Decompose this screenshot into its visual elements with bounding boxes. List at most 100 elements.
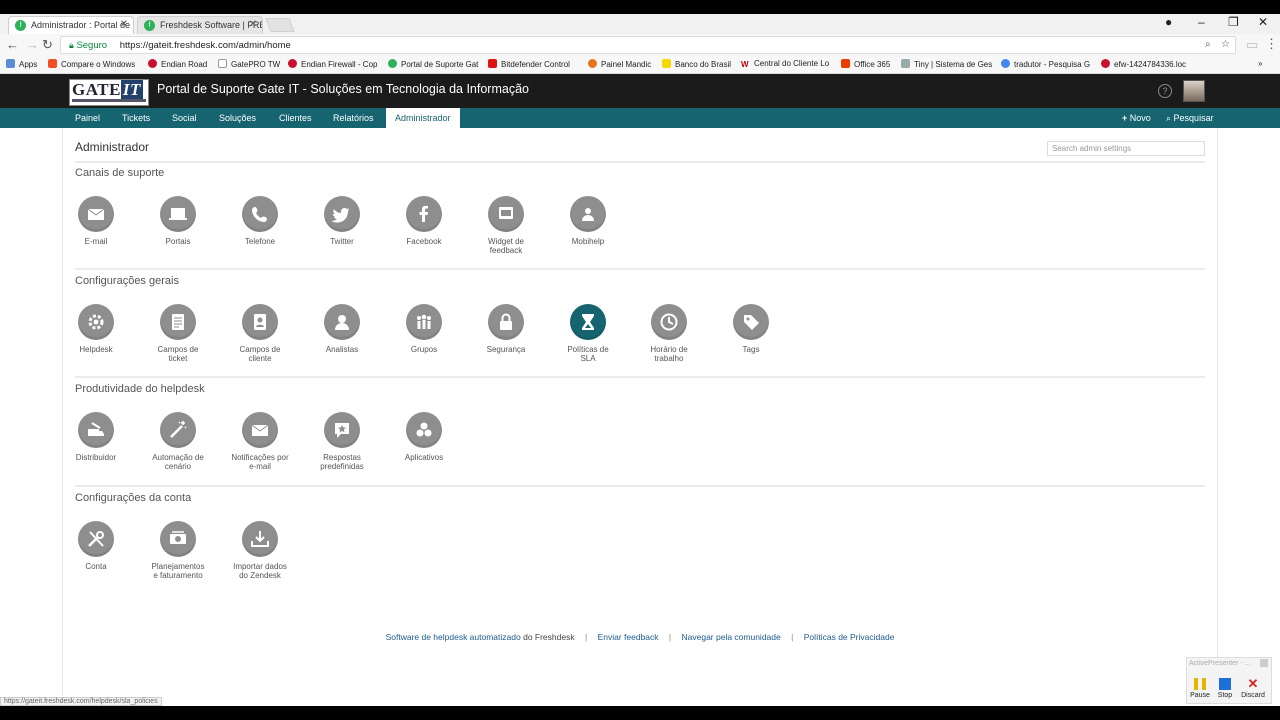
tab-close-icon[interactable]: ✕ [249, 19, 257, 30]
bookmark[interactable]: Office 365 [841, 59, 890, 69]
reload-icon[interactable]: ↻ [42, 37, 53, 53]
admin-tile-ticket-fields[interactable]: Campos de ticket [143, 304, 213, 363]
bookmark[interactable]: W Central do Cliente Lo [741, 59, 829, 69]
search-button[interactable]: ⌕ Pesquisar [1166, 108, 1214, 128]
admin-tile-magic-wand[interactable]: Automação de cenário [143, 412, 213, 471]
avatar[interactable] [1183, 80, 1205, 102]
admin-tile-tag[interactable]: Tags [716, 304, 786, 354]
bookmark[interactable]: Tiny | Sistema de Ges [901, 59, 992, 69]
tile-label: Analistas [325, 345, 359, 354]
tile-label: Telefone [244, 237, 276, 246]
zoom-icon[interactable]: ⌕ [1205, 37, 1211, 53]
admin-tile-email[interactable]: E-mail [61, 196, 131, 246]
bookmark[interactable]: Endian Road [148, 59, 207, 69]
nav-social[interactable]: Social [163, 108, 206, 128]
discard-button[interactable]: ✕ Discard [1241, 677, 1265, 699]
menu-icon[interactable]: ⋮ [1265, 36, 1278, 52]
star-icon[interactable]: ☆ [1221, 37, 1230, 53]
freshdesk-favicon-icon: f [144, 20, 155, 31]
minimize-icon[interactable]: – [1198, 15, 1205, 29]
admin-tile-phone[interactable]: Telefone [225, 196, 295, 246]
lock-icon [488, 304, 524, 340]
url-field[interactable]: 🔒︎ Seguro https://gateit.freshdesk.com/a… [60, 36, 1236, 54]
extension-icon[interactable]: ▭ [1246, 37, 1258, 53]
footer-link-privacy[interactable]: Políticas de Privacidade [804, 632, 895, 642]
browser-tab-admin[interactable]: f Administrador : Portal de ✕ [8, 16, 134, 34]
tile-label: Widget de feedback [487, 237, 525, 255]
lock-icon: 🔒︎ [69, 40, 74, 50]
bookmark[interactable]: efw-1424784336.loc [1101, 59, 1186, 69]
tile-label: Mobihelp [571, 237, 605, 246]
admin-tile-canned-response[interactable]: Respostas predefinidas [307, 412, 377, 471]
window-close-icon[interactable]: ✕ [1258, 15, 1268, 29]
nav-painel[interactable]: Painel [66, 108, 109, 128]
tab-close-icon[interactable]: ✕ [120, 19, 128, 30]
footer-link-feedback[interactable]: Enviar feedback [598, 632, 659, 642]
nav-administrador[interactable]: Administrador [386, 108, 460, 128]
bookmark[interactable]: tradutor - Pesquisa G [1001, 59, 1090, 69]
bookmark-apps[interactable]: Apps [6, 59, 37, 69]
ticket-fields-icon [160, 304, 196, 340]
footer-link-software[interactable]: Software de helpdesk automatizado [386, 632, 521, 642]
footer-link-community[interactable]: Navegar pela comunidade [682, 632, 781, 642]
admin-tile-widget[interactable]: Widget de feedback [471, 196, 541, 255]
bookmark[interactable]: Endian Firewall - Cop [288, 59, 377, 69]
new-button[interactable]: + Novo [1122, 108, 1151, 128]
restore-icon[interactable]: ❐ [1228, 15, 1239, 29]
facebook-icon [406, 196, 442, 232]
admin-tile-apps[interactable]: Aplicativos [389, 412, 459, 462]
new-tab-button[interactable] [265, 18, 295, 32]
admin-tile-customer-fields[interactable]: Campos de cliente [225, 304, 295, 363]
nav-solucoes[interactable]: Soluções [210, 108, 265, 128]
activepresenter-title: ActivePresenter - ... [1189, 660, 1251, 667]
section-title: Produtividade do helpdesk [75, 383, 205, 395]
admin-tile-mobihelp[interactable]: Mobihelp [553, 196, 623, 246]
admin-tile-facebook[interactable]: Facebook [389, 196, 459, 246]
admin-tile-import[interactable]: Importar dados do Zendesk [225, 521, 295, 580]
admin-tile-billing[interactable]: Planejamentos e faturamento [143, 521, 213, 580]
help-icon[interactable]: ? [1158, 84, 1172, 98]
admin-tile-hourglass[interactable]: Políticas de SLA [553, 304, 623, 363]
browser-tab-freshdesk[interactable]: f Freshdesk Software | FRE ✕ [137, 16, 263, 34]
bookmark[interactable]: Compare o Windows [48, 59, 135, 69]
tile-label: Horário de trabalho [650, 345, 688, 363]
admin-tile-lock[interactable]: Segurança [471, 304, 541, 354]
admin-search-input[interactable] [1047, 141, 1205, 156]
secure-label: Seguro [76, 40, 108, 51]
nav-relatorios[interactable]: Relatórios [324, 108, 383, 128]
back-icon[interactable]: ← [6, 37, 19, 52]
bookmarks-overflow-icon[interactable]: » [1258, 59, 1262, 68]
admin-tile-tools[interactable]: Conta [61, 521, 131, 571]
admin-tile-groups[interactable]: Grupos [389, 304, 459, 354]
stop-button[interactable]: Stop [1213, 678, 1237, 699]
admin-tile-gear[interactable]: Helpdesk [61, 304, 131, 354]
pause-button[interactable]: Pause [1188, 678, 1212, 699]
admin-tile-dispatcher[interactable]: Distribuidor [61, 412, 131, 462]
admin-tile-portal[interactable]: Portais [143, 196, 213, 246]
forward-icon[interactable]: → [26, 37, 39, 52]
admin-tile-agent[interactable]: Analistas [307, 304, 377, 354]
gate-it-logo[interactable]: GATE IT [69, 79, 149, 106]
bookmark[interactable]: Portal de Suporte Gat [388, 59, 478, 69]
section-title: Configurações gerais [75, 275, 179, 287]
bookmark[interactable]: Banco do Brasil [662, 59, 731, 69]
nav-tickets[interactable]: Tickets [113, 108, 159, 128]
tile-label: Segurança [486, 345, 526, 354]
apps-icon [406, 412, 442, 448]
portal-icon [160, 196, 196, 232]
tile-label: Distribuidor [75, 453, 117, 462]
tile-label: Aplicativos [404, 453, 444, 462]
nav-clientes[interactable]: Clientes [270, 108, 321, 128]
tile-label: Twitter [330, 237, 354, 246]
admin-tile-envelope[interactable]: Notificações por e-mail [225, 412, 295, 471]
profile-icon[interactable]: ● [1165, 15, 1172, 29]
bookmark[interactable]: Bitdefender Control [488, 59, 570, 69]
admin-tile-twitter[interactable]: Twitter [307, 196, 377, 246]
activepresenter-close-icon[interactable] [1260, 659, 1268, 667]
bookmark[interactable]: GatePRO TW [218, 59, 280, 69]
footer-by-text: do Freshdesk [520, 632, 575, 642]
bookmark[interactable]: Painel Mandic [588, 59, 651, 69]
admin-tile-clock[interactable]: Horário de trabalho [634, 304, 704, 363]
screen-bottom-border [0, 706, 1280, 720]
browser-tabstrip: f Administrador : Portal de ✕ f Freshdes… [0, 14, 1280, 34]
